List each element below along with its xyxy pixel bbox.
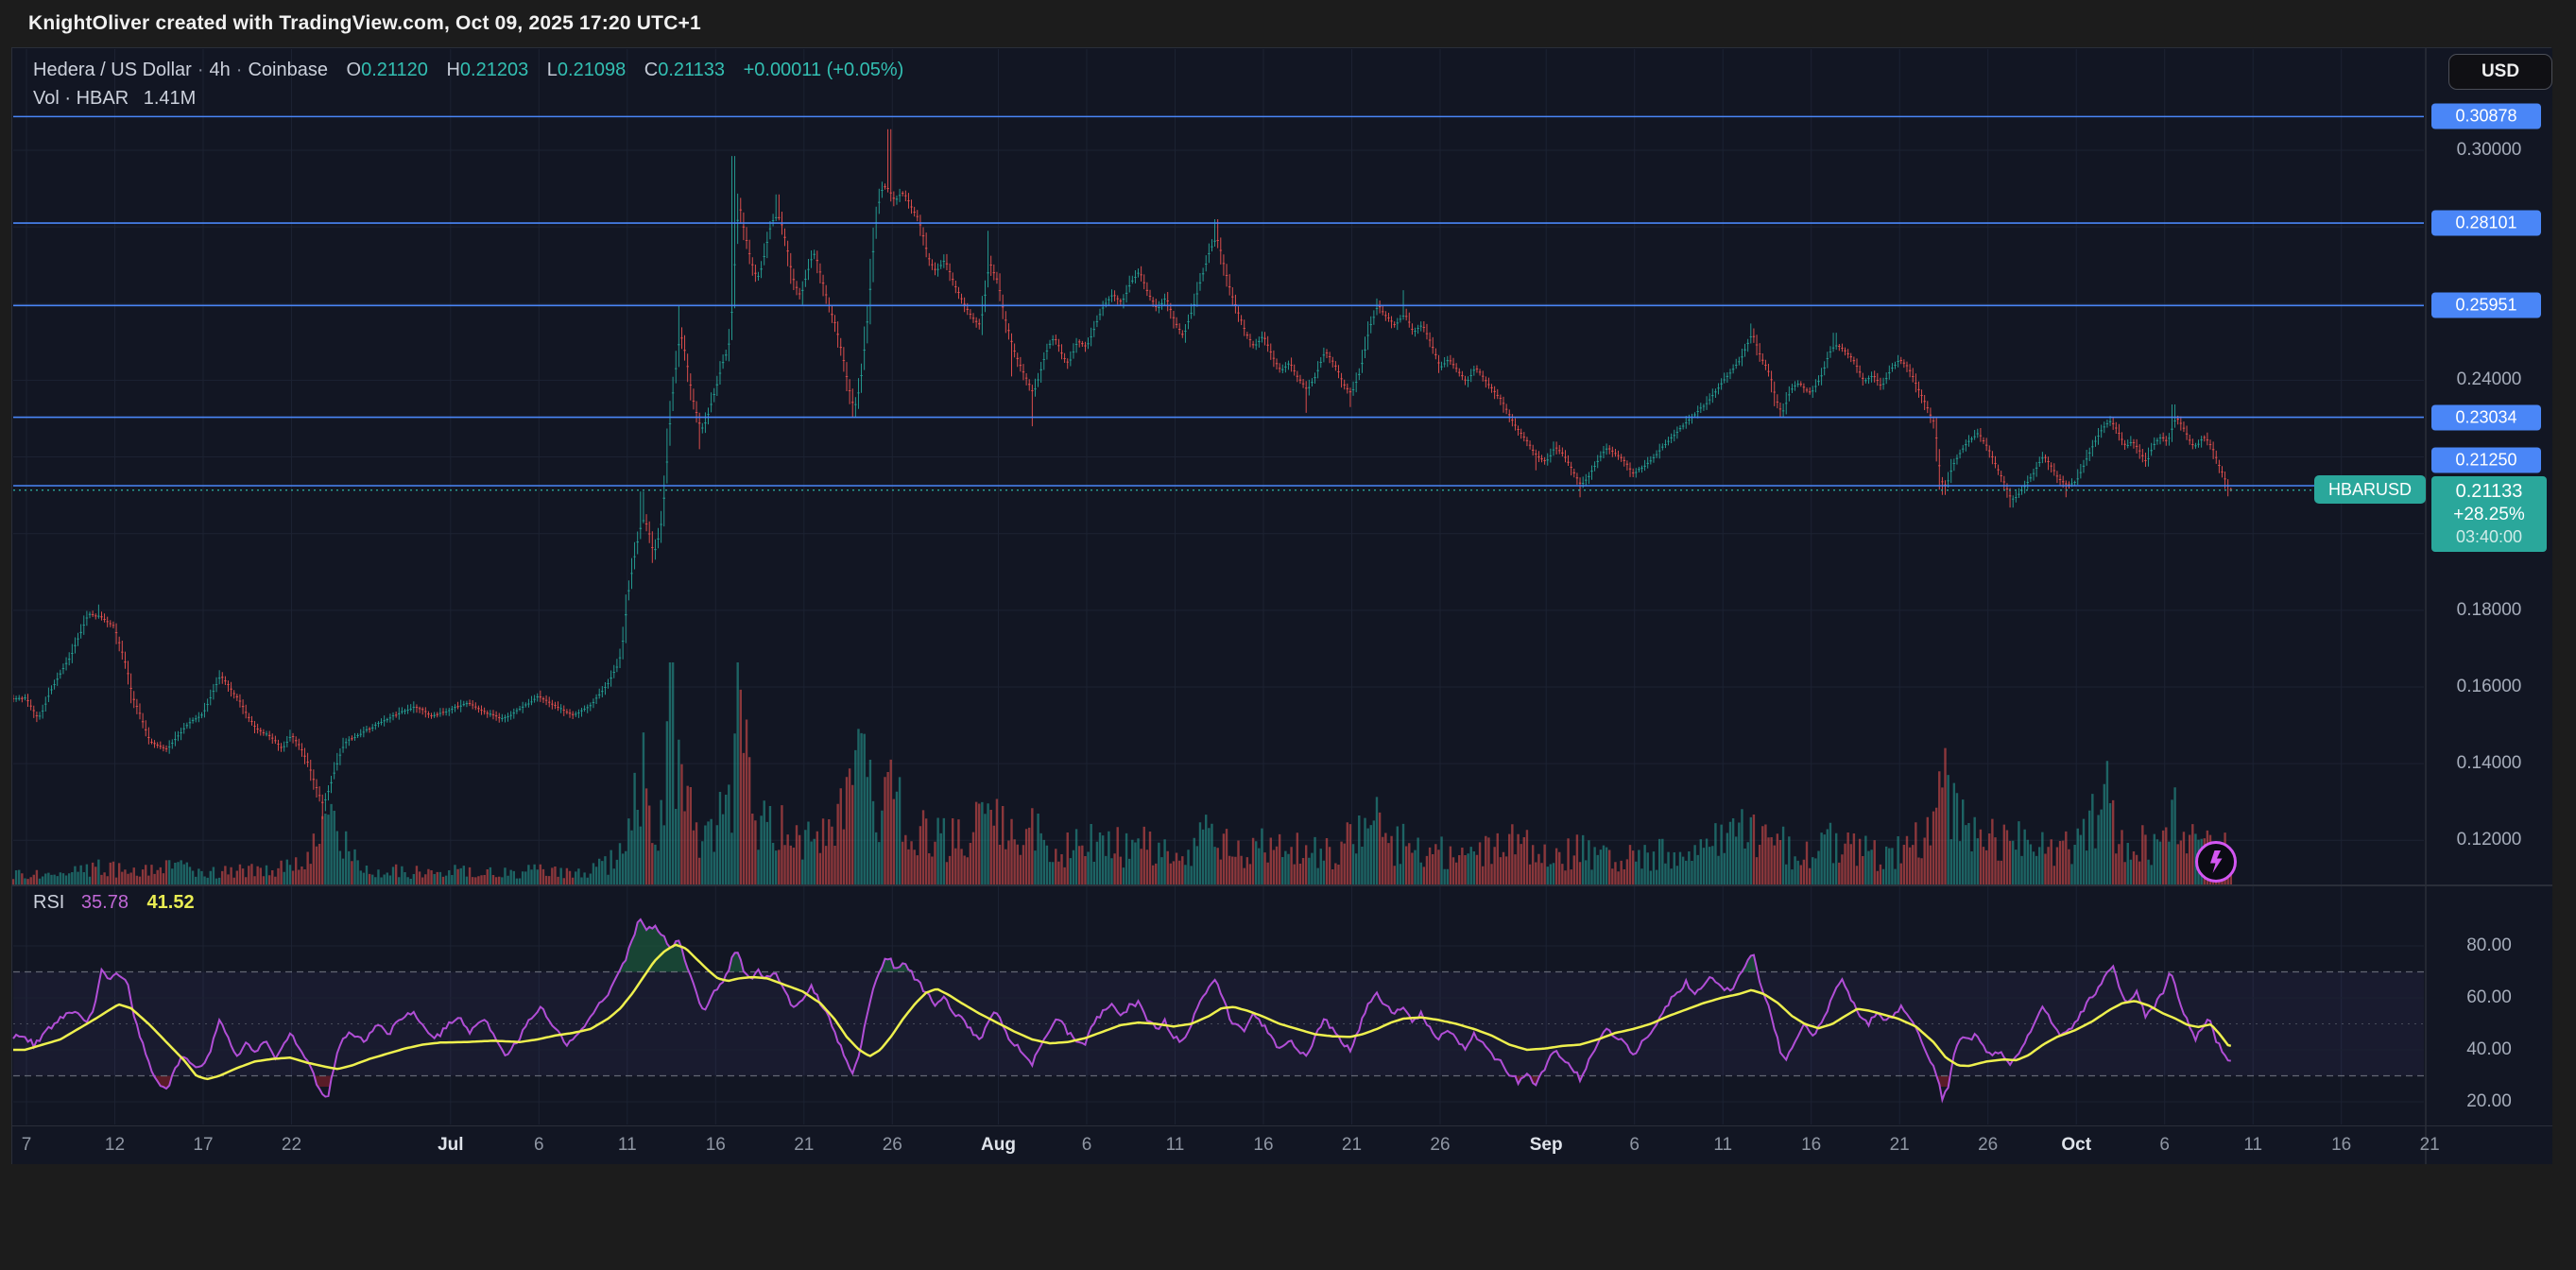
rsi-value: 35.78 [80, 892, 129, 913]
volume-value: 1.41M [143, 88, 197, 109]
time-tick-label: 16 [1801, 1135, 1822, 1155]
legend-symbol: Hedera / US Dollar [33, 60, 192, 80]
attribution-bar: KnightOliver created with TradingView.co… [28, 0, 701, 47]
last-change-pct: +28.25% [2453, 505, 2525, 524]
rsi-tick-label: 20.00 [2466, 1091, 2512, 1111]
time-tick-label: 26 [1978, 1135, 1999, 1155]
last-price-box: 0.21133 +28.25% 03:40:00 [2431, 476, 2547, 552]
legend-separator: · [235, 60, 243, 80]
rsi-tick-label: 60.00 [2466, 987, 2512, 1007]
time-tick-label: 6 [1629, 1135, 1640, 1155]
time-tick-label: 16 [1253, 1135, 1274, 1155]
time-tick-label: 16 [705, 1135, 726, 1155]
price-tick-label: 0.12000 [2456, 830, 2522, 850]
legend-exchange: Coinbase [248, 60, 328, 80]
symbol-legend: Hedera / US Dollar · 4h · Coinbase O0.21120 … [33, 60, 903, 81]
page: KnightOliver created with TradingView.co… [0, 0, 2576, 1270]
rsi-tick-label: 80.00 [2466, 935, 2512, 955]
price-tick-label: 0.16000 [2456, 676, 2522, 696]
ohlc-low-value: 0.21098 [557, 60, 627, 80]
ohlc-open-value: 0.21120 [361, 60, 428, 80]
time-tick-label: 12 [104, 1135, 126, 1155]
time-tick-label: 21 [2419, 1135, 2440, 1155]
legend-separator: · [197, 60, 204, 80]
legend-interval[interactable]: 4h [210, 60, 231, 80]
rsi-name: RSI [33, 892, 65, 913]
time-tick-label: 16 [2331, 1135, 2352, 1155]
ohlc-change-value: +0.00011 (+0.05%) [743, 60, 904, 80]
time-tick-label: 22 [281, 1135, 302, 1155]
ohlc-close-label: C [644, 60, 659, 80]
ohlc-close-value: 0.21133 [658, 60, 726, 80]
last-price: 0.21133 [2455, 481, 2523, 502]
price-axis[interactable]: USD 0.30000 0.24000 0.18000 0.16000 0.14000 0… [2426, 48, 2552, 1125]
rsi-ma-value: 41.52 [146, 892, 195, 913]
candle-countdown: 03:40:00 [2455, 527, 2523, 546]
symbol-price-tag: HBARUSD [2314, 475, 2426, 504]
rsi-tick-label: 40.00 [2466, 1039, 2512, 1059]
ohlc-open-label: O [346, 60, 362, 80]
time-tick-label: 21 [1889, 1135, 1910, 1155]
time-tick-label: 11 [1713, 1135, 1733, 1155]
time-tick-label: 6 [534, 1135, 544, 1155]
ohlc-low-label: L [546, 60, 558, 80]
time-tick-label: 11 [2243, 1135, 2263, 1155]
time-tick-label: 17 [193, 1135, 214, 1155]
time-tick-label: 7 [21, 1135, 32, 1155]
time-tick-label: 6 [2159, 1135, 2170, 1155]
volume-legend: Vol · HBAR 1.41M [33, 88, 196, 110]
price-tick-label: 0.30000 [2456, 140, 2522, 160]
lightning-bolt-icon [2210, 850, 2223, 873]
time-tick-label: Sep [1529, 1135, 1563, 1155]
time-tick-label: 26 [1430, 1135, 1451, 1155]
lightning-button[interactable] [2195, 841, 2237, 883]
time-tick-label: Oct [2061, 1135, 2092, 1155]
time-tick-label: 21 [1341, 1135, 1363, 1155]
volume-label: Vol · HBAR [33, 88, 129, 109]
price-level-badge: 0.30878 [2431, 103, 2541, 129]
attribution-text: KnightOliver created with TradingView.co… [28, 12, 701, 34]
footer-bar: TradingView [0, 1164, 2576, 1270]
rsi-legend: RSI 35.78 41.52 [33, 892, 195, 914]
time-tick-label: 26 [882, 1135, 902, 1155]
chart-widget[interactable]: Hedera / US Dollar · 4h · Coinbase O0.21120 … [11, 47, 2552, 1166]
time-tick-label: 21 [794, 1135, 815, 1155]
price-tick-label: 0.18000 [2456, 599, 2522, 620]
price-tick-label: 0.24000 [2456, 369, 2522, 390]
time-tick-label: 11 [1165, 1135, 1185, 1155]
price-level-badge: 0.25951 [2431, 292, 2541, 318]
price-level-badge: 0.28101 [2431, 210, 2541, 236]
time-tick-label: 6 [1081, 1135, 1092, 1155]
time-tick-label: Jul [438, 1135, 464, 1155]
time-tick-label: Aug [981, 1135, 1016, 1155]
price-tick-label: 0.14000 [2456, 753, 2522, 774]
time-tick-label: 11 [617, 1135, 637, 1155]
time-axis[interactable]: 7 12 17 22 Jul 6 11 16 21 26 Aug 6 11 16 21 26 Sep 6 11 16 2… [12, 1125, 2552, 1166]
ohlc-high-value: 0.21203 [459, 60, 529, 80]
ohlc-high-label: H [446, 60, 460, 80]
price-level-badge: 0.23034 [2431, 404, 2541, 431]
price-chart-svg[interactable] [12, 48, 2552, 1165]
currency-toggle-button[interactable]: USD [2448, 54, 2552, 90]
price-level-badge: 0.21250 [2431, 447, 2541, 473]
